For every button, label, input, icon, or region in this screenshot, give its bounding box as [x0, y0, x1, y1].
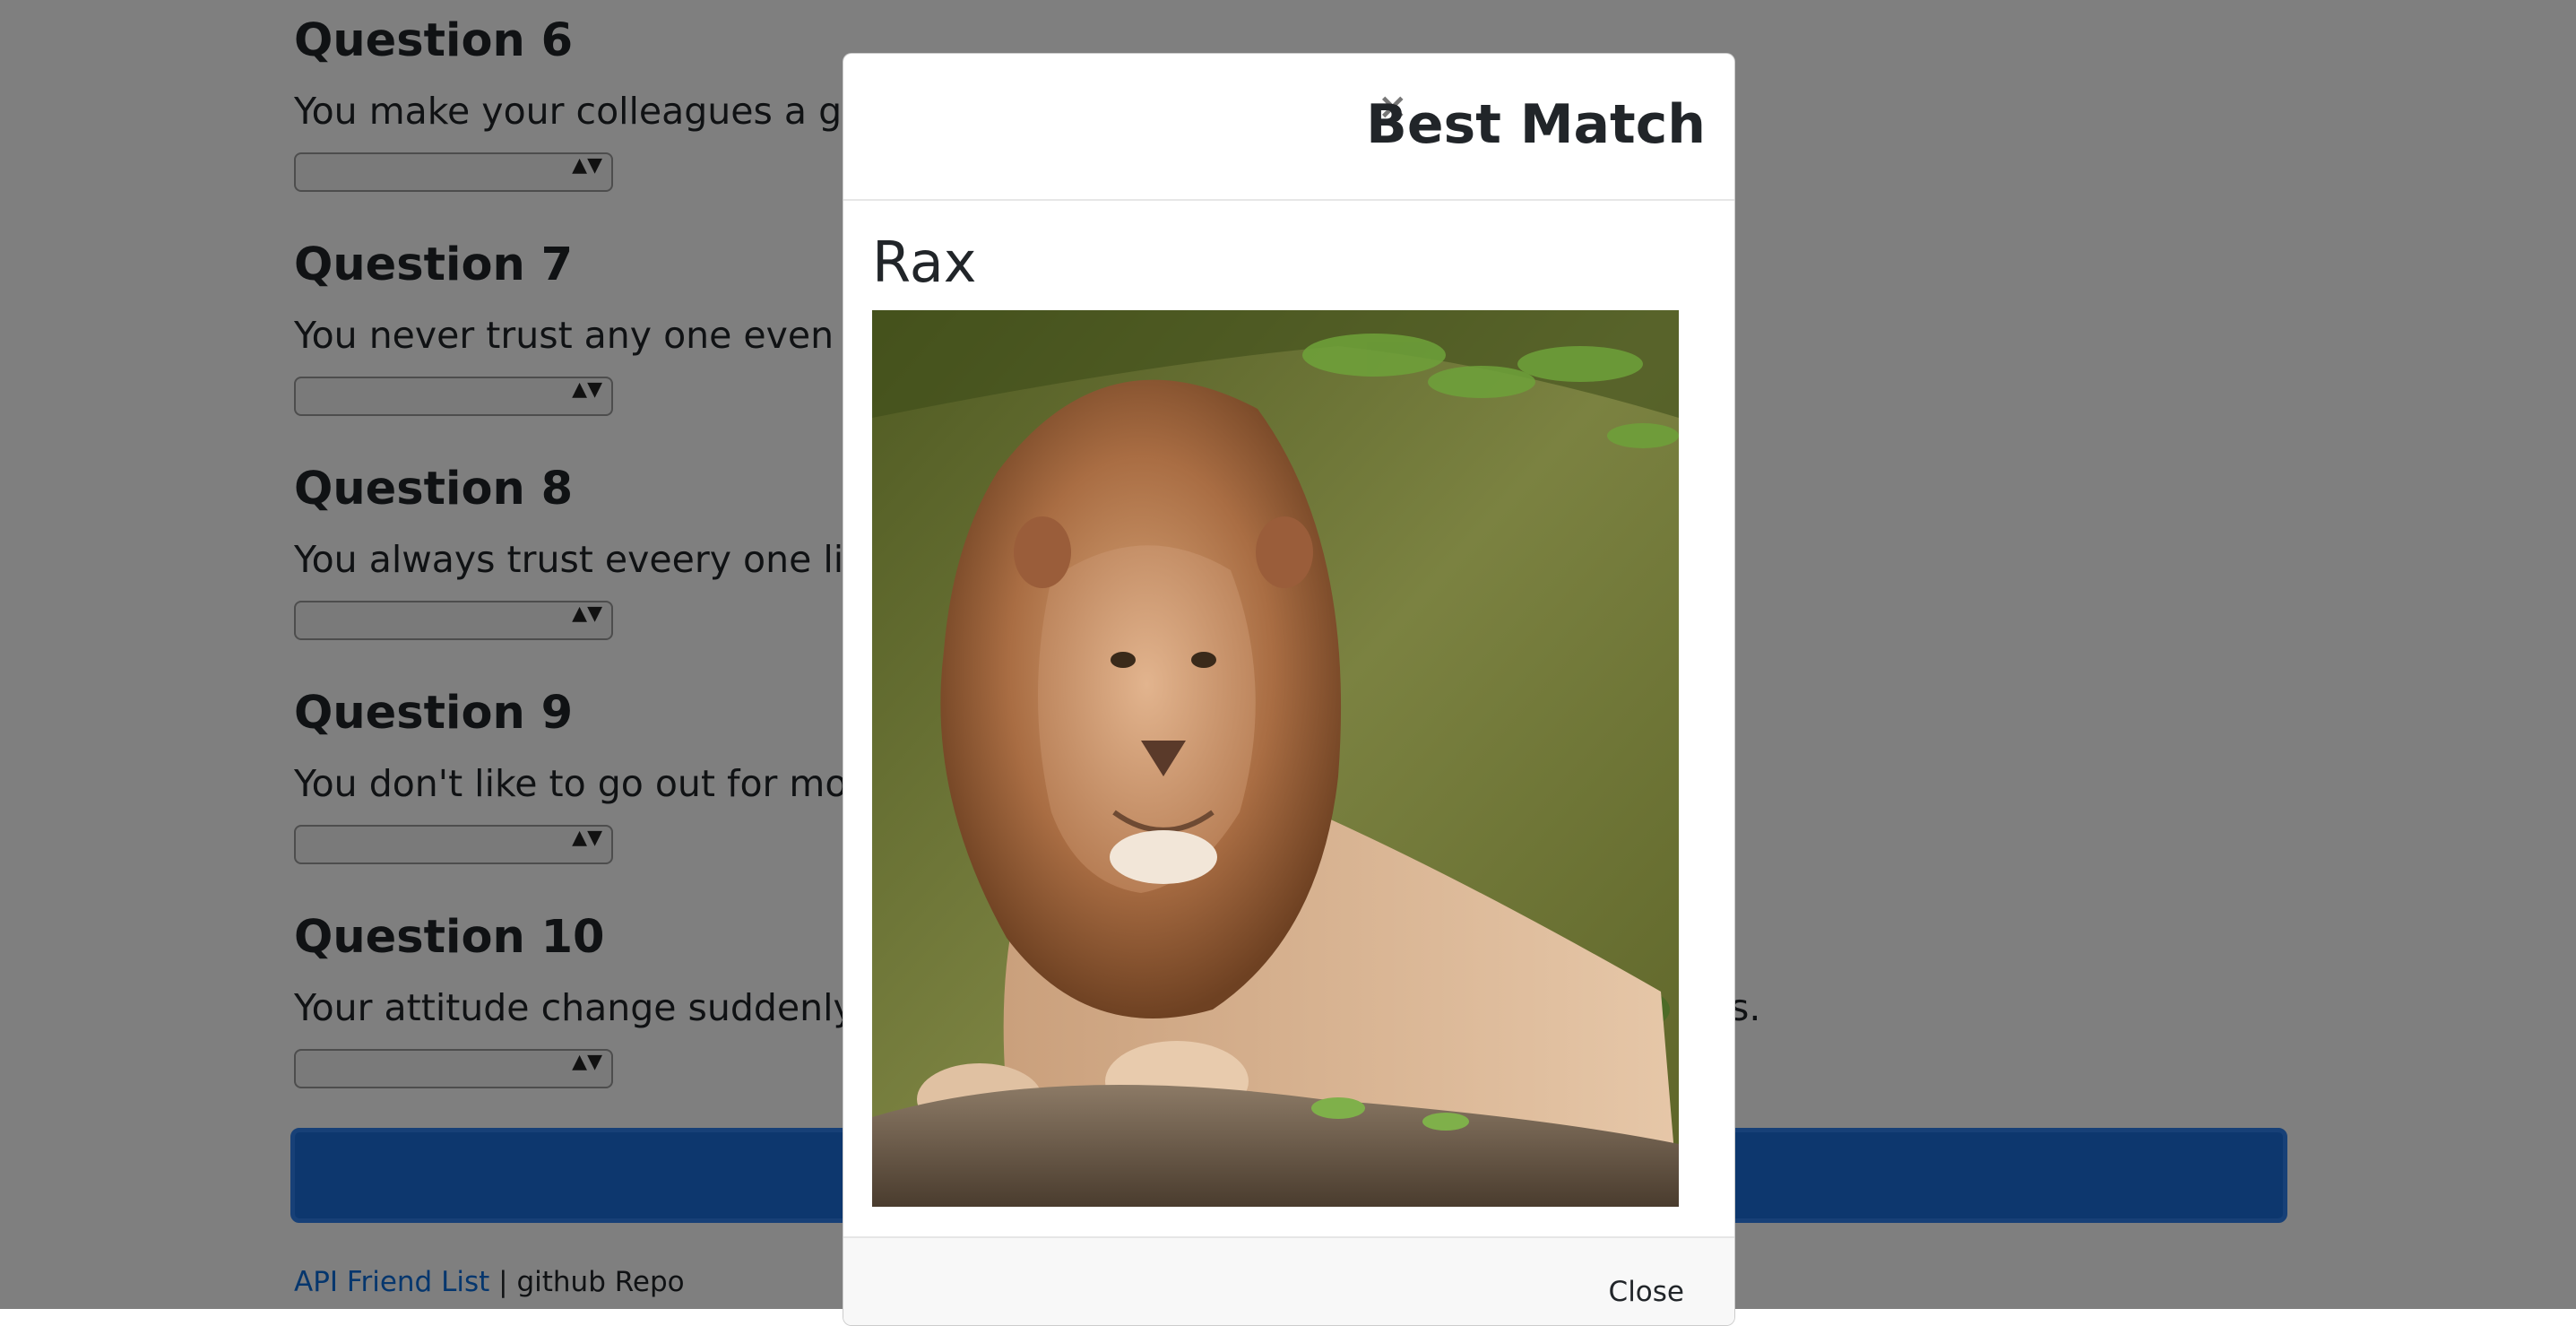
best-match-modal: × Best Match Rax Close [843, 53, 1735, 1326]
modal-footer: Close [843, 1236, 1734, 1325]
close-button[interactable]: Close [1609, 1276, 1684, 1308]
modal-header: × Best Match [843, 54, 1734, 201]
lion-photo [872, 310, 1679, 1207]
modal-title: Best Match [1366, 93, 1706, 156]
match-name: Rax [872, 230, 977, 295]
